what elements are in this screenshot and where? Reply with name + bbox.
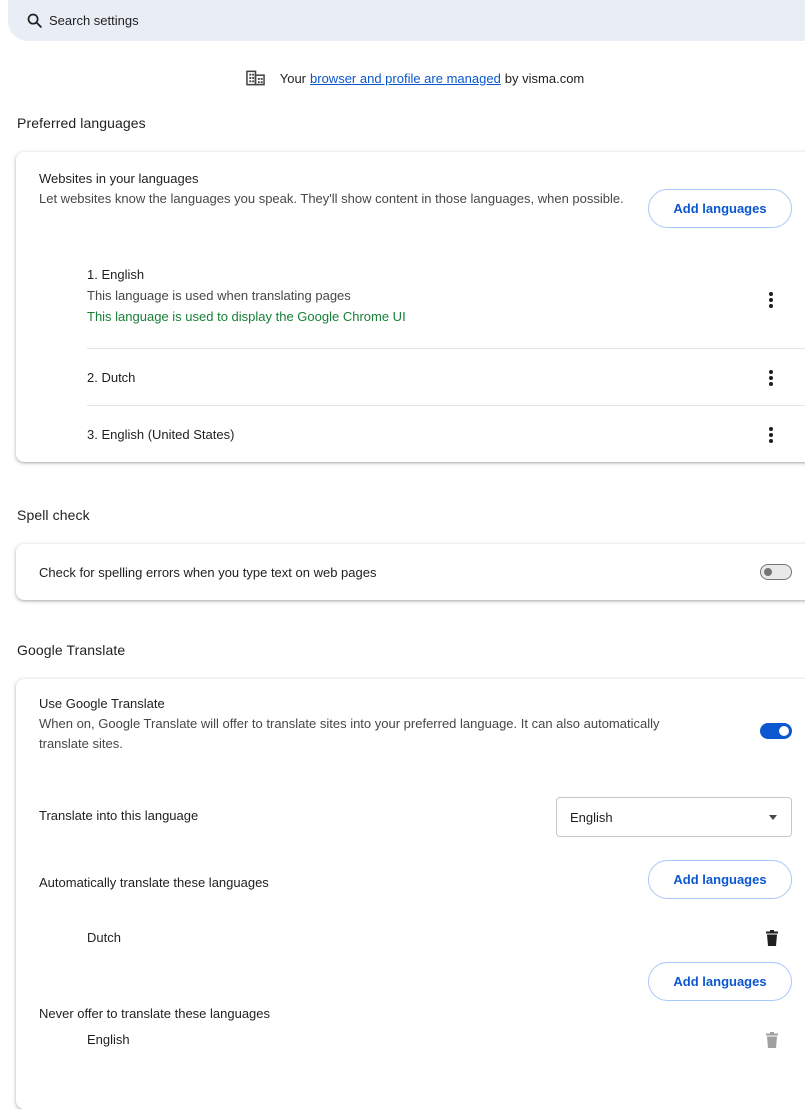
building-icon [245, 70, 265, 86]
spell-check-title: Spell check [17, 507, 90, 523]
translate-into-select[interactable]: English [556, 797, 792, 837]
divider [87, 405, 805, 406]
language-item-english-line2: This language is used to display the Goo… [87, 309, 406, 324]
language-item-english-name: 1. English [87, 267, 145, 282]
auto-translate-item: Dutch [87, 930, 121, 945]
spell-check-toggle[interactable] [760, 564, 792, 580]
managed-notice: Your browser and profile are managed by … [0, 70, 805, 86]
auto-translate-label: Automatically translate these languages [39, 875, 269, 890]
more-vert-icon[interactable] [765, 369, 777, 389]
divider [87, 348, 805, 349]
websites-languages-heading: Websites in your languages [39, 171, 199, 186]
managed-link[interactable]: browser and profile are managed [310, 71, 501, 86]
websites-languages-description: Let websites know the languages you spea… [39, 191, 624, 206]
delete-icon[interactable] [766, 930, 778, 946]
use-google-translate-heading: Use Google Translate [39, 696, 165, 711]
managed-suffix: by visma.com [504, 70, 585, 86]
add-preferred-languages-button[interactable]: Add languages [648, 189, 792, 228]
use-google-translate-description: When on, Google Translate will offer to … [39, 716, 660, 751]
translate-into-label: Translate into this language [39, 808, 199, 823]
delete-icon[interactable] [766, 1032, 778, 1048]
spell-check-card: Check for spelling errors when you type … [16, 544, 805, 600]
managed-prefix: Your [279, 70, 307, 86]
more-vert-icon[interactable] [765, 291, 777, 311]
google-translate-card: Use Google Translate When on, Google Tra… [16, 679, 805, 1109]
language-item-english-line1: This language is used when translating p… [87, 288, 351, 303]
add-never-translate-languages-button[interactable]: Add languages [648, 962, 792, 1001]
add-auto-translate-languages-button[interactable]: Add languages [648, 860, 792, 899]
never-translate-label: Never offer to translate these languages [39, 1006, 271, 1021]
google-translate-title: Google Translate [17, 642, 126, 658]
language-item-dutch-name: 2. Dutch [87, 370, 136, 385]
never-translate-item: English [87, 1032, 130, 1047]
search-bar[interactable] [8, 0, 805, 41]
translate-into-value: English [570, 810, 613, 825]
language-item-english-us-name: 3. English (United States) [87, 427, 235, 442]
preferred-languages-card: Websites in your languages Let websites … [16, 152, 805, 462]
chevron-down-icon [769, 815, 777, 820]
google-translate-toggle[interactable] [760, 723, 792, 739]
search-icon [27, 13, 42, 28]
more-vert-icon[interactable] [765, 426, 777, 446]
spell-check-label: Check for spelling errors when you type … [39, 565, 377, 580]
preferred-languages-title: Preferred languages [17, 115, 146, 131]
search-input[interactable] [49, 13, 349, 28]
